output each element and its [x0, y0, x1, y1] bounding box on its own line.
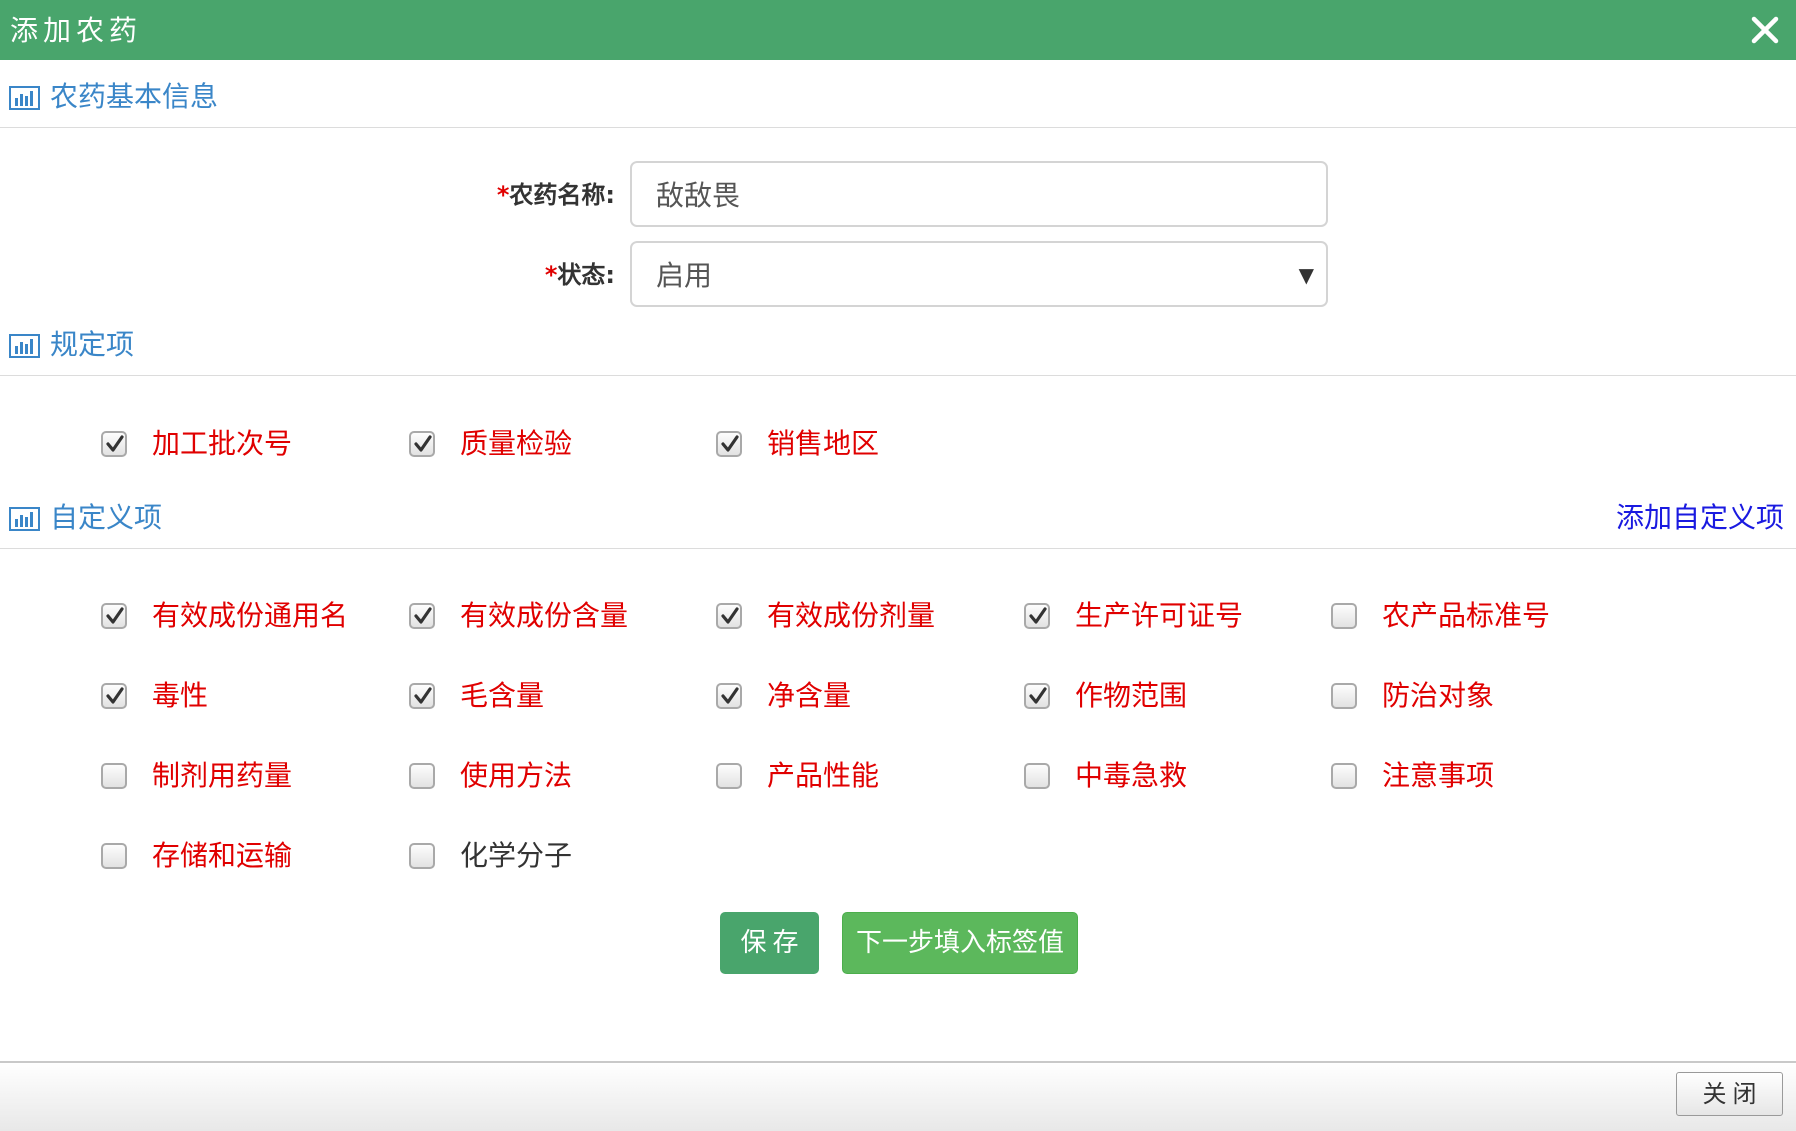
pesticide-name-input[interactable]: 敌敌畏 [630, 161, 1328, 227]
checkbox-label: 产品性能 [767, 759, 880, 792]
section-required-items: 规定项 [0, 316, 1796, 376]
divider [0, 375, 1796, 376]
modal-titlebar: 添加农药 [0, 0, 1796, 60]
checkbox-checked[interactable] [101, 603, 127, 629]
checkmark-icon [721, 435, 739, 452]
bar-chart-icon [9, 86, 40, 110]
divider [0, 548, 1796, 549]
checkbox-unchecked[interactable] [409, 763, 435, 789]
save-button[interactable]: 保存 [720, 912, 819, 974]
checkbox-label: 毒性 [152, 679, 209, 712]
section-title: 规定项 [50, 328, 135, 361]
next-step-button[interactable]: 下一步填入标签值 [842, 912, 1078, 974]
section-title: 自定义项 [50, 501, 163, 534]
checkbox-checked[interactable] [409, 683, 435, 709]
checkbox-unchecked[interactable] [101, 843, 127, 869]
checkbox-unchecked[interactable] [1331, 683, 1357, 709]
add-custom-item-link[interactable]: 添加自定义项 [1616, 501, 1784, 535]
section-custom-items: 自定义项 添加自定义项 [0, 489, 1796, 549]
divider [0, 127, 1796, 128]
checkmark-icon [721, 607, 739, 624]
modal-footer: 关闭 [0, 1061, 1796, 1131]
checkmark-icon [414, 607, 432, 624]
required-mark: * [544, 261, 558, 289]
checkbox-label: 注意事项 [1382, 759, 1495, 792]
required-mark: * [496, 181, 510, 209]
checkbox-label: 加工批次号 [152, 427, 293, 460]
checkbox-unchecked[interactable] [1331, 763, 1357, 789]
checkbox-label: 使用方法 [460, 759, 573, 792]
checkmark-icon [414, 687, 432, 704]
checkbox-label: 作物范围 [1075, 679, 1188, 712]
checkmark-icon [1029, 687, 1047, 704]
close-button[interactable]: 关闭 [1676, 1072, 1783, 1116]
checkbox-label: 生产许可证号 [1075, 599, 1244, 632]
section-title: 农药基本信息 [50, 80, 219, 113]
checkbox-unchecked[interactable] [101, 763, 127, 789]
pesticide-name-value: 敌敌畏 [656, 179, 741, 212]
section-basic-info: 农药基本信息 [0, 68, 1796, 128]
checkbox-checked[interactable] [1024, 603, 1050, 629]
bar-chart-icon [9, 334, 40, 358]
checkbox-checked[interactable] [1024, 683, 1050, 709]
checkbox-label: 中毒急救 [1075, 759, 1188, 792]
checkmark-icon [1029, 607, 1047, 624]
checkbox-unchecked[interactable] [716, 763, 742, 789]
checkbox-label: 有效成份通用名 [152, 599, 349, 632]
checkbox-label: 制剂用药量 [152, 759, 293, 792]
checkbox-checked[interactable] [716, 683, 742, 709]
checkbox-label: 农产品标准号 [1382, 599, 1551, 632]
checkbox-label: 有效成份含量 [460, 599, 629, 632]
checkbox-label: 存储和运输 [152, 839, 293, 872]
status-select[interactable]: 启用 ▼ [630, 241, 1328, 307]
checkbox-label: 净含量 [767, 679, 852, 712]
checkbox-label: 毛含量 [460, 679, 545, 712]
checkbox-checked[interactable] [716, 431, 742, 457]
checkmark-icon [414, 435, 432, 452]
pesticide-name-label: *农药名称: [496, 181, 615, 209]
checkbox-checked[interactable] [716, 603, 742, 629]
bar-chart-icon [9, 507, 40, 531]
status-value: 启用 [656, 259, 713, 292]
checkmark-icon [106, 435, 124, 452]
checkbox-unchecked[interactable] [1024, 763, 1050, 789]
checkbox-label: 质量检验 [460, 427, 573, 460]
checkbox-label: 化学分子 [460, 839, 573, 872]
checkbox-unchecked[interactable] [1331, 603, 1357, 629]
checkbox-unchecked[interactable] [409, 843, 435, 869]
checkbox-checked[interactable] [101, 683, 127, 709]
checkbox-checked[interactable] [409, 431, 435, 457]
checkbox-checked[interactable] [101, 431, 127, 457]
caret-down-icon: ▼ [1298, 263, 1314, 287]
modal-title: 添加农药 [10, 14, 143, 47]
close-icon[interactable] [1747, 12, 1783, 48]
checkmark-icon [106, 607, 124, 624]
checkbox-checked[interactable] [409, 603, 435, 629]
checkbox-label: 有效成份剂量 [767, 599, 936, 632]
status-label: *状态: [544, 261, 615, 289]
checkmark-icon [106, 687, 124, 704]
checkmark-icon [721, 687, 739, 704]
checkbox-label: 防治对象 [1382, 679, 1495, 712]
checkbox-label: 销售地区 [767, 427, 880, 460]
